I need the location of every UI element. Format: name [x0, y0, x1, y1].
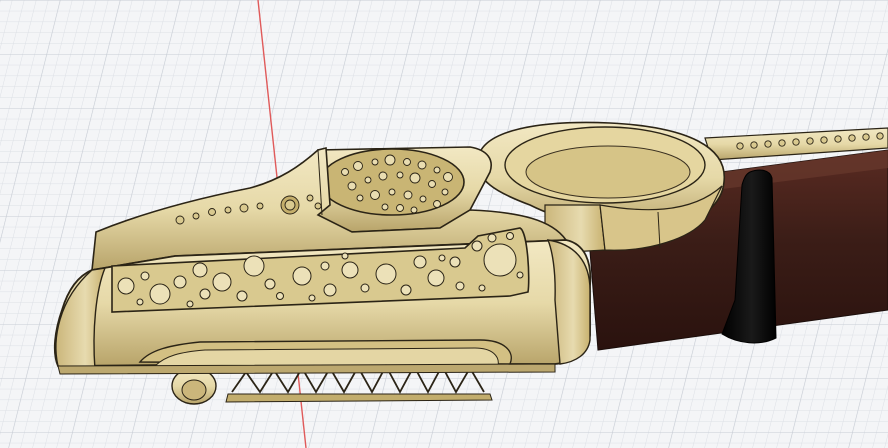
3d-viewport[interactable] — [0, 0, 888, 448]
zigzag-base — [225, 393, 493, 403]
cup-cavity — [525, 145, 691, 199]
lower-front-lip — [57, 363, 556, 375]
viewport-scene[interactable] — [0, 0, 888, 448]
lower-trim-inner — [153, 347, 499, 367]
lower-knob-center — [181, 379, 207, 401]
